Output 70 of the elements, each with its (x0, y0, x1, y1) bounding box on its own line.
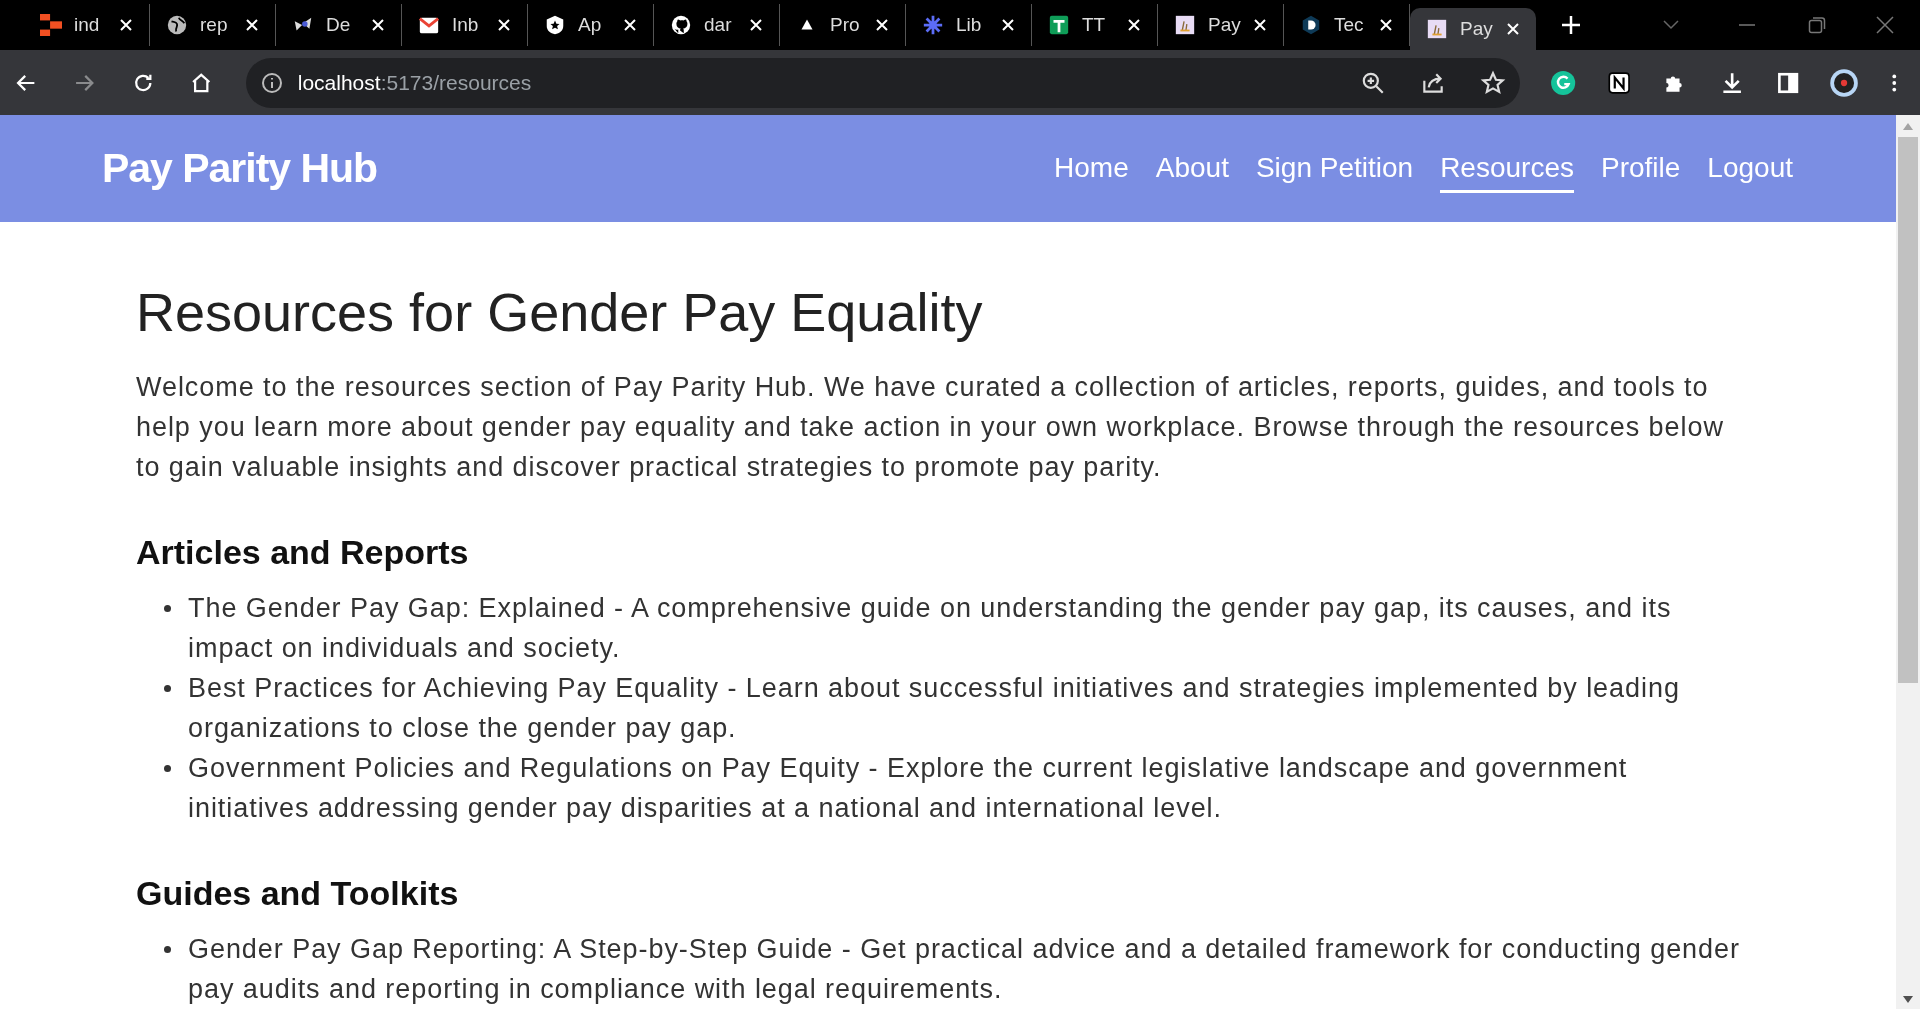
tab-title: TT (1082, 12, 1107, 37)
bullet-icon (164, 764, 171, 772)
info-icon[interactable] (259, 70, 284, 95)
tab-title: Pay (1208, 12, 1241, 37)
tab-title: De (326, 12, 352, 37)
close-icon[interactable] (119, 18, 133, 32)
close-icon[interactable] (875, 18, 889, 32)
tab-title: ind (74, 12, 101, 37)
star-icon[interactable] (1479, 69, 1506, 96)
tab-title: rep (200, 12, 229, 37)
browser-tab[interactable]: Lib (906, 4, 1032, 46)
close-icon[interactable] (1127, 18, 1141, 32)
resource-item: Best Practices for Achieving Pay Equality - Learn about successful initiatives and strategies implemented by leading organizations to close the gender pay gap. (188, 671, 1681, 745)
favicon-icon (670, 14, 692, 36)
close-icon[interactable] (1253, 18, 1267, 32)
favicon-icon (40, 14, 62, 36)
browser-tab[interactable]: Inb (402, 4, 528, 46)
close-icon[interactable] (623, 18, 637, 32)
favicon-icon (1426, 18, 1448, 40)
grammar-extension-icon[interactable] (1549, 68, 1577, 97)
favicon-icon (1048, 14, 1070, 36)
close-icon[interactable] (497, 18, 511, 32)
tab-title: Pay (1460, 16, 1494, 41)
resource-item: Gender Pay Gap Reporting: A Step-by-Step Guide - Get practical advice and a detailed framework for conducting gender pay audits and reporting in compliance with legal requirements. (188, 932, 1741, 1006)
tab-title: Tec (1334, 12, 1365, 37)
intro-paragraph: Welcome to the resources section of Pay Parity Hub. We have curated a collection of articles, reports, guides, and tools to help you learn more about gender pay equality and take action in your own workplace. Browse through the resources below to gain valuable insights and discover practical strategies to promote pay parity. (136, 370, 1725, 484)
tab-title: Inb (452, 12, 480, 37)
section-heading: Articles and Reports (136, 531, 470, 573)
browser-tab[interactable]: Pay (1158, 4, 1284, 46)
restore-icon[interactable] (1808, 16, 1826, 34)
favicon-icon (544, 14, 566, 36)
new-tab-icon[interactable] (1560, 14, 1582, 36)
bullet-icon (164, 684, 171, 692)
tab-title: dar (704, 12, 733, 37)
close-icon[interactable] (1506, 22, 1520, 36)
profile-avatar-icon[interactable] (1829, 66, 1860, 99)
tab-search-icon[interactable] (1662, 19, 1680, 31)
close-window-icon[interactable] (1876, 16, 1894, 34)
browser-tab[interactable]: TT (1032, 4, 1158, 46)
favicon-icon (1174, 14, 1196, 36)
browser-tab[interactable]: rep (150, 4, 276, 46)
favicon-icon (166, 14, 188, 36)
close-icon[interactable] (1379, 18, 1393, 32)
bullet-icon (164, 945, 171, 953)
close-icon[interactable] (1001, 18, 1015, 32)
close-icon[interactable] (371, 18, 385, 32)
scrollbar[interactable] (1896, 115, 1920, 1009)
close-icon[interactable] (749, 18, 763, 32)
tab-title: Pro (830, 12, 861, 37)
scrollbar-thumb[interactable] (1898, 137, 1918, 683)
resource-item: The Gender Pay Gap: Explained - A comprehensive guide on understanding the gender pay gap, its causes, and its impact on individuals and society. (188, 591, 1673, 665)
bullet-icon (164, 604, 171, 612)
browser-tab[interactable]: De (276, 4, 402, 46)
browser-tab[interactable]: dar (654, 4, 780, 46)
tab-title: Ap (578, 12, 603, 37)
tab-title: Lib (956, 12, 983, 37)
address-bar[interactable]: localhost:5173/resources (245, 57, 1520, 108)
resource-item: Government Policies and Regulations on Pay Equity - Explore the current legislative landscape and government initiatives addressing gender pay disparities at a national and international level. (188, 751, 1629, 825)
section-heading: Guides and Toolkits (136, 872, 460, 914)
close-icon[interactable] (245, 18, 259, 32)
browser-tab[interactable]: Ap (528, 4, 654, 46)
browser-tab[interactable]: Pro (780, 4, 906, 46)
favicon-icon (1300, 14, 1322, 36)
favicon-icon (922, 14, 944, 36)
browser-tab[interactable]: Tec (1284, 4, 1410, 46)
browser-tab[interactable]: Pay (1410, 8, 1536, 50)
scroll-down-icon[interactable] (1902, 995, 1914, 1005)
url-text: localhost:5173/resources (297, 69, 533, 96)
page-heading: Resources for Gender Pay Equality (136, 281, 984, 344)
browser-tab[interactable]: ind (24, 4, 150, 46)
